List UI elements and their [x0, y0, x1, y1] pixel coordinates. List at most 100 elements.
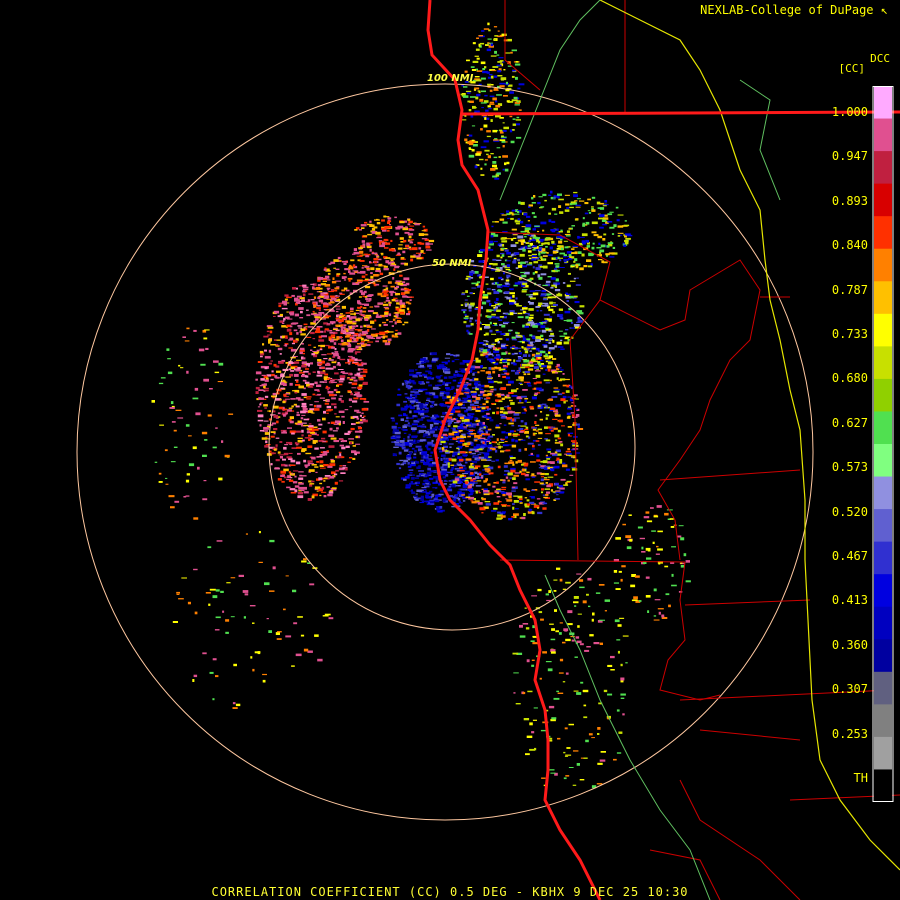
radar-echo-pixel: [570, 455, 576, 457]
radar-echo-pixel: [382, 321, 387, 324]
radar-echo-pixel: [545, 661, 552, 663]
radar-echo-pixel: [300, 417, 304, 420]
radar-echo-pixel: [617, 225, 624, 228]
radar-echo-pixel: [573, 260, 576, 263]
radar-echo-pixel: [538, 276, 543, 280]
radar-echo-pixel: [269, 590, 275, 592]
radar-echo-pixel: [263, 404, 268, 407]
radar-echo-pixel: [613, 758, 617, 761]
radar-echo-pixel: [499, 316, 504, 318]
radar-echo-pixel: [334, 360, 337, 362]
radar-echo-pixel: [620, 663, 623, 667]
radar-echo-pixel: [513, 500, 519, 503]
radar-echo-pixel: [495, 424, 500, 427]
radar-echo-pixel: [562, 464, 568, 468]
radar-echo-pixel: [407, 458, 411, 461]
radar-echo-pixel: [582, 600, 587, 604]
radar-echo-pixel: [284, 464, 288, 467]
radar-echo-pixel: [499, 512, 503, 515]
radar-echo-pixel: [588, 212, 592, 214]
radar-echo-pixel: [404, 383, 408, 385]
radar-echo-pixel: [503, 126, 509, 130]
radar-echo-pixel: [498, 57, 504, 59]
radar-echo-pixel: [573, 690, 579, 692]
radar-echo-pixel: [331, 403, 337, 406]
radar-echo-pixel: [492, 342, 495, 344]
radar-echo-pixel: [464, 387, 469, 390]
radar-echo-pixel: [473, 455, 480, 458]
radar-echo-pixel: [496, 438, 499, 442]
radar-echo-pixel: [563, 256, 567, 258]
radar-echo-pixel: [404, 262, 408, 266]
radar-echo-pixel: [577, 235, 580, 239]
radar-echo-pixel: [158, 481, 163, 483]
radar-echo-pixel: [392, 291, 396, 294]
radar-echo-pixel: [281, 325, 286, 328]
radar-echo-pixel: [565, 754, 572, 756]
radar-echo-pixel: [577, 320, 583, 323]
radar-echo-pixel: [361, 408, 368, 411]
radar-echo-pixel: [555, 490, 561, 492]
radar-echo-pixel: [395, 306, 399, 309]
radar-echo-pixel: [529, 350, 532, 352]
radar-echo-pixel: [481, 488, 484, 490]
radar-echo-pixel: [221, 440, 224, 443]
radar-echo-pixel: [364, 318, 369, 321]
radar-echo-pixel: [355, 443, 361, 445]
radar-echo-pixel: [343, 324, 347, 326]
radar-echo-pixel: [347, 461, 351, 463]
radar-echo-pixel: [513, 474, 519, 477]
radar-echo-pixel: [524, 227, 531, 231]
radar-echo-pixel: [439, 506, 443, 509]
radar-echo-pixel: [259, 424, 262, 427]
radar-echo-pixel: [500, 136, 507, 138]
radar-echo-pixel: [498, 156, 501, 158]
radar-echo-pixel: [354, 229, 358, 231]
radar-echo-pixel: [470, 323, 474, 326]
radar-echo-pixel: [526, 346, 533, 349]
radar-echo-pixel: [475, 419, 480, 423]
radar-echo-pixel: [313, 404, 316, 408]
radar-echo-pixel: [481, 459, 487, 461]
radar-echo-pixel: [292, 287, 296, 290]
radar-echo-pixel: [630, 584, 636, 588]
radar-echo-pixel: [311, 495, 315, 499]
radar-echo-pixel: [398, 467, 402, 470]
radar-echo-pixel: [515, 119, 521, 121]
radar-echo-pixel: [545, 237, 551, 239]
radar-echo-pixel: [501, 511, 506, 513]
radar-echo-pixel: [530, 407, 535, 410]
radar-echo-pixel: [591, 737, 595, 739]
radar-echo-pixel: [334, 406, 337, 409]
radar-echo-pixel: [496, 443, 501, 445]
radar-echo-pixel: [557, 292, 561, 294]
radar-echo-pixel: [410, 463, 416, 467]
radar-echo-pixel: [524, 235, 527, 238]
radar-echo-pixel: [270, 431, 276, 433]
radar-echo-pixel: [615, 588, 621, 590]
radar-echo-pixel: [567, 272, 571, 275]
radar-echo-pixel: [619, 617, 625, 619]
radar-echo-pixel: [299, 347, 305, 351]
radar-echo-pixel: [404, 231, 410, 234]
radar-echo-pixel: [573, 324, 580, 327]
radar-echo-pixel: [467, 435, 471, 438]
radar-echo-pixel: [292, 322, 299, 325]
radar-echo-pixel: [296, 295, 302, 298]
radar-echo-pixel: [298, 307, 304, 310]
radar-echo-pixel: [542, 373, 546, 375]
radar-echo-pixel: [342, 465, 347, 467]
radar-echo-pixel: [429, 455, 432, 457]
radar-echo-pixel: [517, 265, 523, 268]
radar-echo-pixel: [532, 292, 539, 296]
radar-echo-pixel: [500, 515, 506, 518]
radar-echo-pixel: [418, 374, 423, 377]
radar-echo-pixel: [264, 395, 269, 398]
radar-echo-pixel: [366, 295, 372, 297]
radar-echo-pixel: [579, 236, 585, 238]
radar-echo-pixel: [602, 223, 607, 226]
radar-echo-pixel: [620, 677, 625, 681]
radar-echo-pixel: [329, 476, 335, 479]
radar-echo-pixel: [271, 422, 277, 425]
radar-echo-pixel: [548, 347, 555, 350]
